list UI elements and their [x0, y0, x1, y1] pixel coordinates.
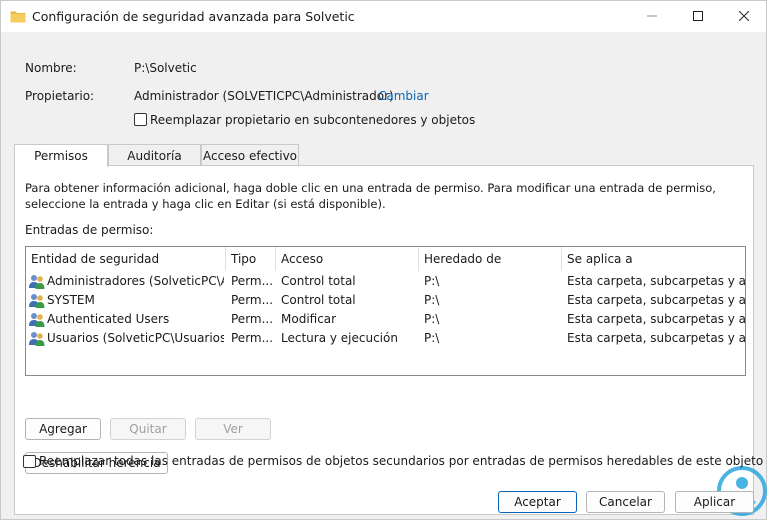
permission-entries-table[interactable]: Entidad de seguridad Tipo Acceso Heredad…	[25, 246, 746, 376]
view-button-label: Ver	[223, 422, 243, 436]
user-group-icon	[29, 312, 45, 327]
replace-all-checkbox[interactable]	[23, 455, 36, 468]
apply-button[interactable]: Aplicar	[675, 491, 754, 513]
window-title: Configuración de seguridad avanzada para…	[32, 9, 355, 24]
cancel-button-label: Cancelar	[599, 495, 652, 509]
inherited-cell: P:\	[424, 274, 440, 288]
inherited-cell: P:\	[424, 293, 440, 307]
access-cell: Control total	[281, 274, 356, 288]
table-row[interactable]: SYSTEM Perm... Control total P:\ Esta ca…	[26, 291, 745, 310]
close-button[interactable]	[721, 1, 767, 32]
name-label: Nombre:	[25, 61, 77, 75]
table-row[interactable]: Authenticated Users Perm... Modificar P:…	[26, 310, 745, 329]
tab-label: Acceso efectivo	[202, 148, 298, 163]
entity-cell: Administradores (SolveticPC\A...	[47, 274, 224, 288]
access-cell: Modificar	[281, 312, 337, 326]
entity-cell: SYSTEM	[47, 293, 95, 307]
applies-cell: Esta carpeta, subcarpetas y arc...	[567, 312, 745, 326]
replace-owner-checkbox[interactable]	[134, 113, 147, 126]
add-button[interactable]: Agregar	[25, 418, 101, 440]
accept-button[interactable]: Aceptar	[498, 491, 577, 513]
maximize-icon	[693, 10, 703, 24]
maximize-button[interactable]	[675, 1, 721, 32]
user-group-icon	[29, 331, 45, 346]
add-button-label: Agregar	[39, 422, 87, 436]
tab-label: Auditoría	[127, 148, 182, 163]
remove-button-label: Quitar	[129, 422, 167, 436]
type-cell: Perm...	[231, 312, 274, 326]
apply-button-label: Aplicar	[693, 495, 736, 509]
applies-cell: Esta carpeta, subcarpetas y arc...	[567, 331, 745, 345]
owner-label: Propietario:	[25, 89, 95, 103]
table-row[interactable]: Usuarios (SolveticPC\Usuarios) Perm... L…	[26, 329, 745, 348]
column-header-applies[interactable]: Se aplica a	[562, 247, 745, 271]
accept-button-label: Aceptar	[514, 495, 561, 509]
remove-button[interactable]: Quitar	[110, 418, 186, 440]
tab-label: Permisos	[34, 149, 88, 163]
inherited-cell: P:\	[424, 312, 440, 326]
type-cell: Perm...	[231, 331, 274, 345]
entries-label: Entradas de permiso:	[25, 223, 154, 237]
replace-all-label: Reemplazar todas las entradas de permiso…	[39, 454, 764, 468]
column-header-entity[interactable]: Entidad de seguridad	[26, 247, 226, 271]
name-value: P:\Solvetic	[134, 61, 197, 75]
entity-cell: Authenticated Users	[47, 312, 170, 326]
dialog-content: Nombre: P:\Solvetic Propietario: Adminis…	[2, 32, 765, 519]
table-row[interactable]: Administradores (SolveticPC\A... Perm...…	[26, 272, 745, 291]
folder-icon	[10, 10, 26, 23]
tab-permisos[interactable]: Permisos	[14, 144, 108, 167]
type-cell: Perm...	[231, 293, 274, 307]
access-cell: Control total	[281, 293, 356, 307]
applies-cell: Esta carpeta, subcarpetas y arc...	[567, 293, 745, 307]
applies-cell: Esta carpeta, subcarpetas y arc...	[567, 274, 745, 288]
title-bar[interactable]: Configuración de seguridad avanzada para…	[1, 1, 766, 32]
inherited-cell: P:\	[424, 331, 440, 345]
close-icon	[738, 10, 750, 24]
user-group-icon	[29, 274, 45, 289]
minimize-icon	[647, 10, 657, 24]
entity-cell: Usuarios (SolveticPC\Usuarios)	[47, 331, 224, 345]
owner-value: Administrador (SOLVETICPC\Administrador)	[134, 89, 394, 103]
column-header-type[interactable]: Tipo	[226, 247, 276, 271]
minimize-button[interactable]	[629, 1, 675, 32]
cancel-button[interactable]: Cancelar	[586, 491, 665, 513]
info-text: Para obtener información adicional, haga…	[25, 181, 716, 211]
view-button[interactable]: Ver	[195, 418, 271, 440]
access-cell: Lectura y ejecución	[281, 331, 398, 345]
replace-owner-label: Reemplazar propietario en subcontenedore…	[150, 113, 476, 127]
column-header-inherited[interactable]: Heredado de	[419, 247, 562, 271]
tab-acceso-efectivo[interactable]: Acceso efectivo	[201, 144, 299, 166]
column-header-access[interactable]: Acceso	[276, 247, 419, 271]
advanced-security-dialog: Configuración de seguridad avanzada para…	[0, 0, 767, 520]
tab-auditoria[interactable]: Auditoría	[108, 144, 201, 166]
change-owner-link[interactable]: Cambiar	[378, 89, 429, 103]
type-cell: Perm...	[231, 274, 274, 288]
user-group-icon	[29, 293, 45, 308]
